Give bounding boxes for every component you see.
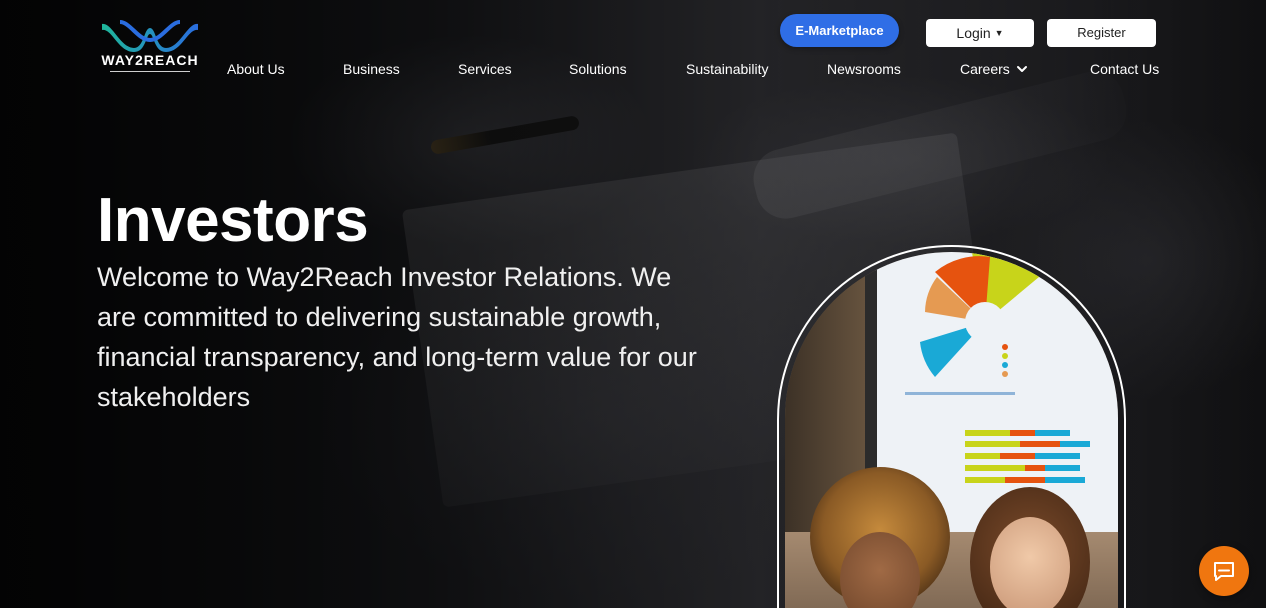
arch-image-bar <box>965 441 1095 447</box>
emarketplace-button[interactable]: E-Marketplace <box>780 14 899 47</box>
nav-item-contact-us[interactable]: Contact Us <box>1090 61 1159 77</box>
nav-item-careers[interactable]: Careers <box>960 61 1028 77</box>
brand-logo[interactable]: way2reach <box>100 18 200 74</box>
login-label: Login <box>956 25 991 41</box>
logo-underline <box>110 71 190 72</box>
nav-item-business[interactable]: Business <box>343 61 400 77</box>
caret-down-icon: ▼ <box>994 28 1004 38</box>
nav-item-solutions[interactable]: Solutions <box>569 61 627 77</box>
nav-item-sustainability[interactable]: Sustainability <box>686 61 769 77</box>
hero-subtitle: Welcome to Way2Reach Investor Relations.… <box>97 262 697 412</box>
login-button[interactable]: Login ▼ <box>926 19 1034 47</box>
hero-arch-image <box>785 252 1118 608</box>
chat-bubble-icon <box>1214 562 1234 581</box>
arch-image-radial-chart <box>905 252 1045 395</box>
chevron-down-icon <box>1016 66 1027 72</box>
logo-wave-icon <box>102 20 198 52</box>
chat-button[interactable] <box>1199 546 1249 596</box>
arch-image-person-2-face <box>990 517 1070 608</box>
arch-image-bar <box>965 453 1080 459</box>
nav-item-services[interactable]: Services <box>458 61 512 77</box>
arch-image-bar <box>965 477 1095 483</box>
register-button[interactable]: Register <box>1047 19 1156 47</box>
logo-text: way2reach <box>101 52 199 68</box>
nav-item-newsrooms[interactable]: Newsrooms <box>827 61 901 77</box>
page-title: Investors <box>97 186 369 255</box>
nav-item-about-us[interactable]: About Us <box>227 61 285 77</box>
nav-item-careers-label: Careers <box>960 61 1010 77</box>
arch-image-bar <box>965 465 1085 471</box>
arch-image-bar <box>965 430 1075 436</box>
